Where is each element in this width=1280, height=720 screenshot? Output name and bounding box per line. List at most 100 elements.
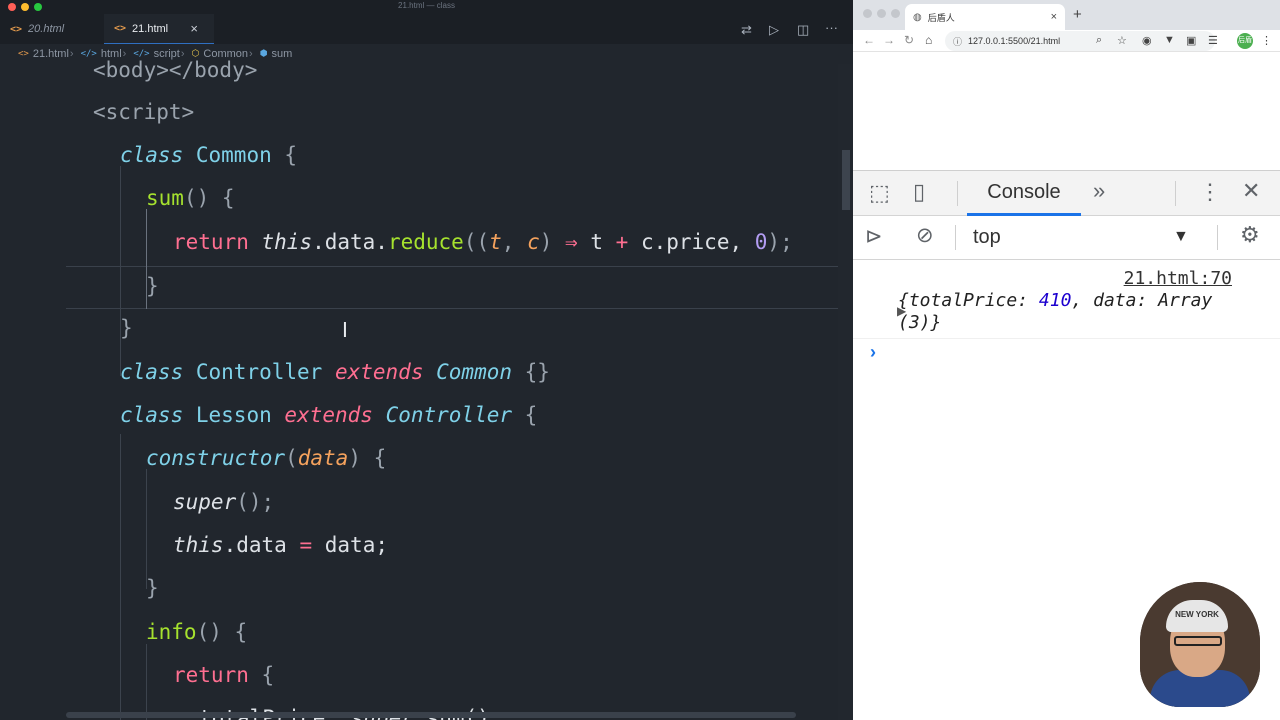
divider bbox=[853, 338, 1280, 339]
globe-icon: ◍ bbox=[913, 11, 922, 23]
code-token: ); bbox=[767, 230, 793, 254]
code-line-2: <script> bbox=[0, 91, 853, 134]
extension-icon[interactable]: ☰ bbox=[1208, 34, 1218, 47]
code-line-6: } bbox=[0, 265, 853, 308]
code-token: this bbox=[173, 533, 224, 557]
tab-label: 21.html bbox=[132, 22, 169, 35]
log-key: data bbox=[1093, 290, 1137, 311]
title-bar: 21.html — class bbox=[0, 0, 853, 14]
code-token: () bbox=[196, 620, 222, 644]
log-value: Array bbox=[1158, 290, 1213, 311]
code-token: data bbox=[297, 446, 349, 470]
devtools-tab-bar: ⬚ ▯ Console » ⋮ ✕ bbox=[853, 171, 1280, 216]
avatar[interactable]: 后盾 bbox=[1237, 33, 1253, 49]
code-line-8: class Controller extends Common {} bbox=[0, 351, 853, 394]
code-token: {} bbox=[524, 360, 550, 384]
log-message[interactable]: {totalPrice: 410, data: Array (3)} bbox=[898, 290, 1238, 334]
close-window-button[interactable] bbox=[863, 9, 872, 18]
log-length: (3)} bbox=[898, 312, 942, 333]
info-icon: ⓘ bbox=[953, 36, 963, 47]
tab-21-html[interactable]: <> 21.html × bbox=[104, 14, 214, 44]
extension-icon[interactable]: ◉ bbox=[1142, 34, 1152, 47]
inspect-element-icon[interactable]: ⬚ bbox=[869, 180, 890, 206]
presenter-glasses bbox=[1174, 636, 1222, 646]
code-line-11: super(); bbox=[0, 481, 853, 524]
device-toolbar-icon[interactable]: ▯ bbox=[913, 179, 925, 205]
split-editor-icon[interactable]: ◫ bbox=[797, 22, 809, 38]
more-tabs-icon[interactable]: » bbox=[1093, 178, 1105, 204]
back-icon[interactable]: ← bbox=[863, 33, 875, 47]
browser-tab[interactable]: ◍ 后盾人 × bbox=[905, 4, 1065, 30]
code-token: .data bbox=[223, 533, 287, 557]
reload-icon[interactable]: ↻ bbox=[904, 33, 914, 47]
divider bbox=[957, 181, 958, 206]
bookmark-star-icon[interactable]: ☆ bbox=[1117, 34, 1127, 47]
more-actions-icon[interactable]: ··· bbox=[825, 20, 838, 35]
code-line-10: constructor(data) { bbox=[0, 437, 853, 480]
code-area[interactable]: <body></body> <script> class Common { su… bbox=[0, 58, 853, 720]
close-devtools-icon[interactable]: ✕ bbox=[1242, 178, 1260, 204]
code-token: c.price, bbox=[640, 230, 755, 254]
code-line-7: } bbox=[0, 307, 853, 350]
code-token: (); bbox=[236, 490, 275, 514]
forward-icon[interactable]: → bbox=[883, 33, 895, 47]
page-viewport bbox=[853, 52, 1280, 170]
log-brace: { bbox=[898, 290, 909, 311]
code-token: } bbox=[146, 274, 159, 298]
home-icon[interactable]: ⌂ bbox=[925, 33, 932, 47]
compare-changes-icon[interactable]: ⇄ bbox=[741, 22, 752, 38]
scrollbar-thumb[interactable] bbox=[842, 150, 850, 210]
tab-20-html[interactable]: <> 20.html bbox=[10, 14, 64, 44]
code-token: extends bbox=[284, 403, 373, 427]
tab-console[interactable]: Console bbox=[967, 171, 1081, 216]
code-token: ⇒ bbox=[565, 230, 578, 254]
close-tab-icon[interactable]: × bbox=[1051, 11, 1057, 23]
code-token: sum bbox=[146, 186, 184, 210]
browser-tab-strip: ◍ 后盾人 × + bbox=[853, 0, 1280, 30]
run-icon[interactable]: ▷ bbox=[769, 22, 779, 38]
maximize-window-button[interactable] bbox=[891, 9, 900, 18]
code-token: Controller bbox=[385, 403, 512, 427]
show-sidebar-icon[interactable]: ⊳ bbox=[865, 224, 883, 249]
code-token: extends bbox=[334, 360, 424, 384]
context-selector[interactable]: top bbox=[973, 226, 1001, 249]
window-title: 21.html — class bbox=[398, 1, 455, 10]
divider bbox=[1217, 225, 1218, 250]
chevron-down-icon[interactable]: ▼ bbox=[1173, 228, 1189, 246]
text-cursor-icon: I bbox=[342, 318, 348, 342]
horizontal-scrollbar[interactable] bbox=[66, 712, 796, 718]
clear-console-icon[interactable]: ⊘ bbox=[916, 223, 934, 248]
gear-icon[interactable]: ⚙ bbox=[1240, 222, 1260, 248]
code-token: info bbox=[146, 620, 197, 644]
code-editor: 21.html — class <> 20.html <> 21.html × … bbox=[0, 0, 853, 720]
code-token: this bbox=[261, 230, 313, 254]
more-options-icon[interactable]: ⋮ bbox=[1199, 179, 1221, 205]
code-token: t bbox=[590, 230, 603, 254]
code-token: class bbox=[120, 403, 184, 427]
browser-tab-title: 后盾人 bbox=[927, 12, 955, 23]
menu-icon[interactable]: ⋮ bbox=[1261, 34, 1272, 47]
extension-icon[interactable]: ▼ bbox=[1164, 34, 1175, 46]
code-token: } bbox=[120, 316, 133, 340]
minimize-window-button[interactable] bbox=[877, 9, 886, 18]
html-file-icon: <> bbox=[10, 23, 23, 35]
log-comma: , bbox=[1071, 290, 1094, 311]
code-token: , bbox=[501, 230, 528, 254]
console-prompt-icon[interactable]: › bbox=[870, 342, 876, 363]
zoom-icon[interactable]: ⌕ bbox=[1096, 34, 1102, 47]
code-line-14: info() { bbox=[0, 611, 853, 654]
code-token: c bbox=[527, 230, 540, 254]
code-token: constructor bbox=[146, 446, 286, 470]
log-source-link[interactable]: 21.html:70 bbox=[1124, 268, 1232, 289]
code-token: <body></body> bbox=[93, 58, 258, 82]
code-line-13: } bbox=[0, 567, 853, 610]
webcam-overlay: NEW YORK bbox=[1140, 582, 1260, 707]
code-token: { bbox=[234, 620, 248, 644]
extension-icon[interactable]: ▣ bbox=[1186, 34, 1196, 47]
code-token: Common bbox=[195, 143, 272, 167]
log-key: totalPrice bbox=[908, 290, 1018, 311]
new-tab-button[interactable]: + bbox=[1073, 6, 1082, 23]
code-token: ) { bbox=[348, 446, 387, 470]
code-line-15: return { bbox=[0, 654, 853, 697]
close-tab-icon[interactable]: × bbox=[190, 21, 198, 36]
